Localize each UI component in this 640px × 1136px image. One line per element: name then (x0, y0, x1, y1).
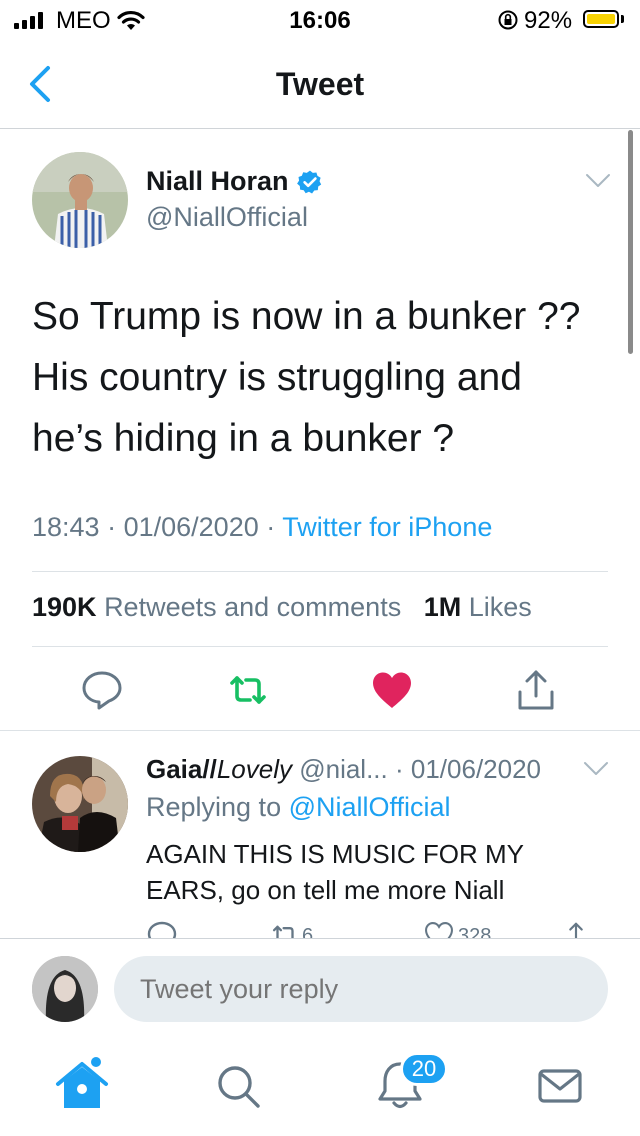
author-avatar[interactable] (32, 152, 128, 248)
reply-author-name[interactable]: Gaia//Lovely (146, 754, 292, 784)
reply-text: AGAIN THIS IS MUSIC FOR MY EARS, go on t… (146, 839, 524, 905)
reply-retweet-icon[interactable] (270, 920, 300, 938)
replying-to: Replying to @NiallOfficial (146, 792, 451, 823)
retweet-icon[interactable] (226, 668, 270, 712)
reply-share-icon[interactable] (562, 920, 590, 938)
tweet-stats: 190K Retweets and comments 1M Likes (32, 592, 532, 623)
likes-stat[interactable]: 1M Likes (424, 592, 532, 622)
reply-actions: 6 328 (0, 920, 640, 938)
tweet-time: 18:43 (32, 512, 100, 542)
like-icon[interactable] (370, 668, 414, 712)
retweets-count: 190K (32, 592, 97, 622)
battery-icon (583, 10, 619, 28)
likes-label: Likes (468, 592, 532, 622)
divider (0, 730, 640, 731)
divider (32, 571, 608, 572)
search-icon[interactable] (208, 1056, 268, 1116)
reply-input[interactable] (114, 956, 608, 1022)
author-handle[interactable]: @NiallOfficial (146, 202, 308, 233)
share-icon[interactable] (514, 668, 558, 712)
tweet-text: So Trump is now in a bunker ?? His count… (32, 286, 602, 469)
messages-icon[interactable] (530, 1056, 590, 1116)
reply-menu-chevron-icon[interactable] (582, 760, 610, 778)
replying-mention-link[interactable]: @NiallOfficial (289, 792, 451, 822)
navigation-bar: Tweet (0, 40, 640, 129)
page-title: Tweet (275, 66, 365, 102)
tweet-text-line: His country is struggling and (32, 356, 522, 399)
tweet-text-line: So Trump is now in a bunker ?? (32, 295, 581, 338)
notifications-badge: 20 (400, 1052, 448, 1086)
battery-percent: 92% (524, 7, 573, 34)
meta-separator: · (395, 754, 411, 784)
tweet-meta: 18:43 · 01/06/2020 · Twitter for iPhone (32, 512, 492, 543)
reply-like-count: 328 (458, 925, 492, 938)
status-bar: MEO 16:06 92% (0, 0, 640, 40)
current-user-avatar[interactable] (32, 956, 98, 1022)
author-name-row[interactable]: Niall Horan (146, 166, 323, 197)
reply-retweet-count: 6 (302, 925, 314, 938)
comment-icon[interactable] (80, 668, 124, 712)
meta-separator: · (107, 512, 124, 542)
author-name[interactable]: Niall Horan (146, 166, 289, 197)
reply-handle[interactable]: @nial... (299, 754, 388, 784)
retweets-stat[interactable]: 190K Retweets and comments (32, 592, 401, 622)
likes-count: 1M (423, 592, 462, 622)
replying-prefix: Replying to (146, 792, 282, 822)
reply-header: Gaia//Lovely @nial... · 01/06/2020 (146, 754, 541, 785)
tweet-text-line: he’s hiding in a bunker ? (32, 417, 455, 460)
scrollbar[interactable] (628, 130, 633, 354)
tweet-source-link[interactable]: Twitter for iPhone (282, 512, 492, 542)
retweets-label: Retweets and comments (104, 592, 402, 622)
reply-date: 01/06/2020 (410, 754, 542, 784)
tweet-menu-chevron-icon[interactable] (584, 172, 612, 190)
reply-comment-icon[interactable] (146, 920, 178, 938)
meta-separator: · (266, 512, 283, 542)
battery-tip (621, 15, 624, 23)
divider (32, 646, 608, 647)
home-icon[interactable] (52, 1056, 112, 1116)
orientation-lock-icon (498, 10, 518, 30)
verified-badge-icon (296, 170, 321, 193)
reply-like-icon[interactable] (424, 920, 454, 938)
reply-author-avatar[interactable] (32, 756, 128, 852)
tweet-date: 01/06/2020 (123, 512, 259, 542)
